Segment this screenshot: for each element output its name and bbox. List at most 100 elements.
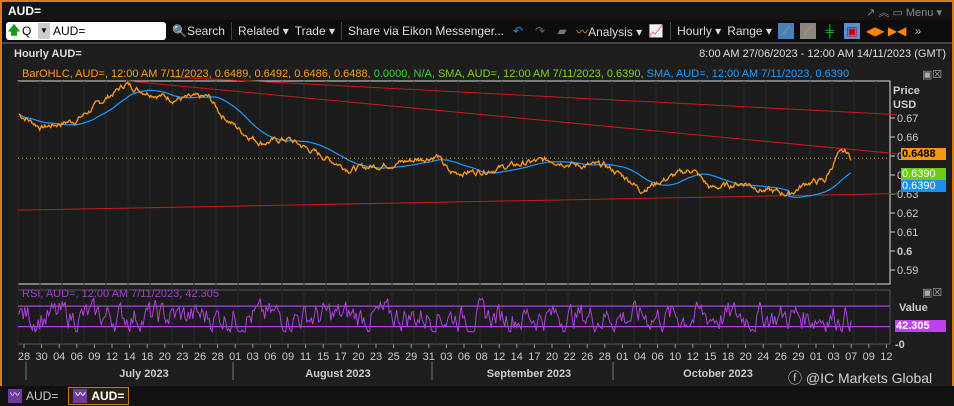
window-controls[interactable]: ↗ ︽ ▭ Menu ▾: [866, 4, 942, 20]
x-tick-label: 20: [739, 351, 751, 363]
x-tick-label: 10: [669, 351, 681, 363]
x-tick-label: 23: [370, 351, 382, 363]
x-tick-label: 14: [123, 351, 135, 363]
x-tick-label: 26: [581, 351, 593, 363]
chart-window: AUD= ↗ ︽ ▭ Menu ▾ 🡅 Q ▼ AUD= 🔍Search Rel…: [0, 0, 954, 386]
x-tick-label: 28: [18, 351, 30, 363]
undo-icon[interactable]: ↶: [510, 23, 526, 39]
redo-icon[interactable]: ↷: [532, 23, 548, 39]
x-tick-label: 01: [810, 351, 822, 363]
window-title: AUD=: [8, 4, 42, 18]
interval-menu[interactable]: Hourly ▾: [677, 24, 721, 38]
chart-svg[interactable]: 0.670.660.650.640.630.620.610.60.5928300…: [8, 46, 950, 386]
line-chart-icon[interactable]: ⟋: [777, 23, 794, 39]
maximize-icon[interactable]: ▣: [922, 287, 932, 299]
ric-input[interactable]: AUD=: [50, 24, 85, 38]
crosshair-icon[interactable]: ╪: [822, 23, 838, 39]
rsi-axis-title: Value: [899, 302, 928, 314]
y-tick-label: 0.6: [897, 246, 912, 258]
x-tick-label: 14: [511, 351, 523, 363]
x-tick-label: 17: [528, 351, 540, 363]
y-tick-label: 0.67: [897, 113, 918, 125]
x-tick-label: 12: [880, 351, 892, 363]
x-tick-label: 23: [176, 351, 188, 363]
compare-icon[interactable]: ⟋: [799, 23, 816, 39]
x-tick-label: 29: [792, 351, 804, 363]
x-tick-label: 31: [423, 351, 435, 363]
sma1-badge: 0.6390: [901, 168, 946, 180]
menu-button[interactable]: Menu: [906, 7, 934, 19]
month-label: October 2023: [683, 368, 753, 380]
x-tick-label: 01: [229, 351, 241, 363]
legend-bar: BarOHLC, AUD=, 12:00 AM 7/11/2023, 0.648…: [22, 68, 371, 80]
panel-controls[interactable]: ▣☒: [922, 68, 942, 81]
range-menu[interactable]: Range ▾: [727, 24, 772, 38]
rsi-zero-label: -0: [895, 339, 905, 351]
x-tick-label: 22: [563, 351, 575, 363]
ric-input-box[interactable]: 🡅 Q ▼ AUD=: [6, 22, 166, 40]
x-tick-label: 03: [247, 351, 259, 363]
chevron-down-icon[interactable]: ▼: [38, 23, 50, 39]
x-tick-label: 06: [264, 351, 276, 363]
search-button[interactable]: 🔍Search: [172, 24, 225, 38]
x-tick-label: 20: [352, 351, 364, 363]
close-icon[interactable]: ☒: [932, 287, 942, 299]
legend-sma1: SMA, AUD=, 12:00 AM 7/11/2023, 0.6390,: [437, 68, 644, 80]
trade-menu[interactable]: Trade ▾: [295, 24, 335, 38]
folder-icon[interactable]: ▰: [554, 23, 570, 39]
x-tick-label: 26: [194, 351, 206, 363]
quote-type[interactable]: Q: [22, 24, 38, 38]
x-tick-label: 30: [35, 351, 47, 363]
x-tick-label: 04: [634, 351, 646, 363]
x-tick-label: 01: [616, 351, 628, 363]
x-tick-label: 08: [475, 351, 487, 363]
rsi-legend: RSI, AUD=, 12:00 AM 7/11/2023, 42.305: [22, 288, 220, 300]
price-axis-title: Price USD: [893, 85, 920, 111]
rsi-badge: 42.305: [895, 320, 946, 332]
x-tick-label: 15: [704, 351, 716, 363]
chart-area[interactable]: Hourly AUD= 8:00 AM 27/06/2023 - 12:00 A…: [8, 46, 950, 386]
share-button[interactable]: Share via Eikon Messenger...: [348, 24, 504, 38]
x-tick-label: 28: [599, 351, 611, 363]
x-tick-label: 25: [387, 351, 399, 363]
y-tick-label: 0.62: [897, 208, 918, 220]
toolbar: 🡅 Q ▼ AUD= 🔍Search Related ▾ Trade ▾ Sha…: [2, 20, 952, 44]
task-aud-2[interactable]: 〰 AUD=: [68, 387, 130, 405]
x-tick-label: 07: [845, 351, 857, 363]
rsi-panel-controls[interactable]: ▣☒: [922, 286, 942, 299]
y-tick-label: 0.66: [897, 132, 918, 144]
title-bar: AUD= ↗ ︽ ▭ Menu ▾: [2, 2, 952, 20]
x-tick-label: 06: [458, 351, 470, 363]
x-tick-label: 20: [546, 351, 558, 363]
add-panel-icon[interactable]: ▣: [843, 23, 860, 39]
task-aud-1[interactable]: 〰 AUD=: [4, 387, 62, 405]
month-label: July 2023: [119, 368, 169, 380]
analysis-icon: 〰: [576, 24, 589, 39]
chart-type-icon[interactable]: 📈: [648, 23, 664, 39]
x-tick-label: 09: [88, 351, 100, 363]
x-tick-label: 12: [493, 351, 505, 363]
x-tick-label: 03: [440, 351, 452, 363]
scroll-both-icon[interactable]: ◀▶: [866, 23, 884, 39]
analysis-menu[interactable]: 〰Analysis ▾: [576, 23, 642, 40]
taskbar: 〰 AUD= 〰 AUD=: [0, 386, 954, 406]
maximize-icon[interactable]: ▣: [922, 69, 932, 81]
zoom-icon[interactable]: ▶◀: [888, 23, 906, 39]
currency-label: USD: [893, 99, 917, 111]
month-label: August 2023: [305, 368, 370, 380]
close-icon[interactable]: ☒: [932, 69, 942, 81]
related-menu[interactable]: Related ▾: [238, 24, 289, 38]
x-tick-label: 18: [141, 351, 153, 363]
legend-sma2: SMA, AUD=, 12:00 AM 7/11/2023, 0.6390: [646, 68, 850, 80]
x-tick-label: 09: [863, 351, 875, 363]
divider: [230, 22, 232, 40]
search-icon: 🔍: [172, 24, 187, 38]
chart-icon: 〰: [73, 389, 88, 403]
x-tick-label: 24: [757, 351, 769, 363]
facebook-icon: ⓕ: [788, 370, 802, 386]
y-tick-label: 0.61: [897, 227, 918, 239]
x-tick-label: 18: [722, 351, 734, 363]
more-icon[interactable]: »: [910, 23, 926, 39]
x-tick-label: 11: [300, 351, 311, 363]
x-tick-label: 28: [211, 351, 223, 363]
